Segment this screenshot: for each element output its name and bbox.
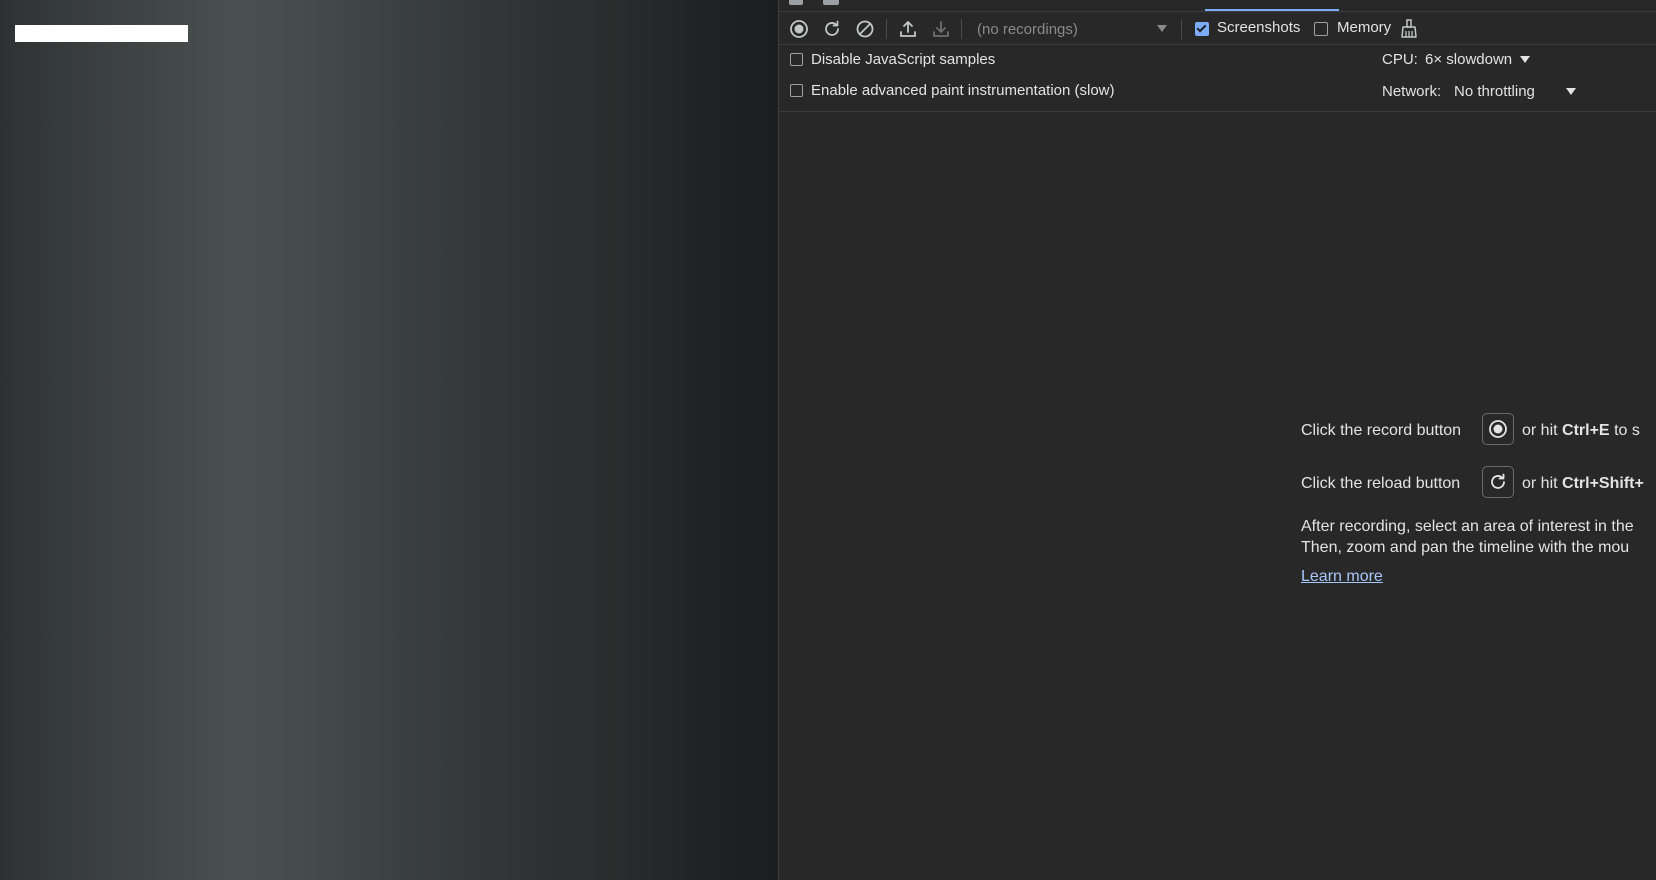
toolbar-divider <box>961 19 962 39</box>
record-icon <box>790 20 808 38</box>
reload-shortcut-text: or hit Ctrl+Shift+ <box>1522 475 1644 493</box>
disable-js-samples-checkbox[interactable] <box>790 53 803 66</box>
landing-record-button[interactable] <box>1482 413 1514 445</box>
devtools-panel: (no recordings) Screenshots Memory Disab… <box>779 0 1656 880</box>
landing-reload-button[interactable] <box>1482 466 1514 498</box>
network-throttling-label: Network: <box>1382 83 1442 100</box>
record-shortcut-pre: or hit <box>1522 422 1558 439</box>
screenshots-label[interactable]: Screenshots <box>1217 19 1300 36</box>
reload-record-icon <box>1491 473 1505 489</box>
broom-icon <box>1401 19 1417 38</box>
cpu-throttling-value: 6× slowdown <box>1425 51 1513 68</box>
device-toolbar-icon[interactable] <box>823 0 839 5</box>
reload-record-icon <box>825 20 839 36</box>
record-shortcut-text: or hit Ctrl+E to s <box>1522 422 1640 440</box>
reload-record-button[interactable] <box>819 16 845 42</box>
advanced-paint-checkbox[interactable] <box>790 84 803 97</box>
disable-js-samples-label[interactable]: Disable JavaScript samples <box>811 51 995 68</box>
capture-settings-pane: Disable JavaScript samples Enable advanc… <box>779 45 1656 112</box>
cpu-throttling-select[interactable]: 6× slowdown <box>1425 48 1535 72</box>
record-icon <box>1489 420 1507 438</box>
recordings-dropdown-value: (no recordings) <box>977 20 1078 38</box>
screen: (no recordings) Screenshots Memory Disab… <box>0 0 1656 880</box>
memory-checkbox[interactable] <box>1314 22 1328 36</box>
inspect-element-icon[interactable] <box>789 0 803 5</box>
upload-icon <box>900 21 916 37</box>
toolbar-divider <box>886 19 887 39</box>
after-recording-text-line-1: After recording, select an area of inter… <box>1301 518 1634 535</box>
record-button[interactable] <box>786 16 812 42</box>
download-icon <box>933 21 949 37</box>
learn-more-link[interactable]: Learn more <box>1301 568 1383 586</box>
network-throttling-select[interactable]: No throttling <box>1454 79 1584 103</box>
performance-landing-page: Click the record button or hit Ctrl+E to… <box>779 112 1656 880</box>
record-instruction-text: Click the record button <box>1301 422 1462 439</box>
load-profile-button[interactable] <box>895 16 921 42</box>
chevron-down-icon <box>1520 56 1530 63</box>
chevron-down-icon <box>1157 25 1167 32</box>
network-throttling-value: No throttling <box>1454 83 1535 100</box>
record-shortcut-key: Ctrl+E <box>1562 422 1610 439</box>
after-recording-text-line-2: Then, zoom and pan the timeline with the… <box>1301 539 1630 556</box>
page-viewport <box>0 0 778 880</box>
performance-toolbar: (no recordings) Screenshots Memory <box>779 12 1656 45</box>
clear-button[interactable] <box>852 16 878 42</box>
devtools-tabstrip <box>779 0 1656 12</box>
reload-shortcut-key: Ctrl+Shift+ <box>1562 475 1644 492</box>
clear-icon <box>856 20 874 38</box>
screenshots-checkbox[interactable] <box>1195 22 1209 36</box>
memory-label[interactable]: Memory <box>1337 19 1391 36</box>
toolbar-divider <box>1181 19 1182 39</box>
tab-performance-active-indicator <box>1205 9 1339 11</box>
save-profile-button[interactable] <box>928 16 954 42</box>
collect-garbage-button[interactable] <box>1396 16 1422 42</box>
record-shortcut-post: to s <box>1614 422 1640 439</box>
cpu-throttling-label: CPU: <box>1382 51 1418 68</box>
reload-instruction-text: Click the reload button <box>1301 475 1461 492</box>
advanced-paint-label[interactable]: Enable advanced paint instrumentation (s… <box>811 82 1115 99</box>
recordings-dropdown[interactable]: (no recordings) <box>977 16 1171 42</box>
page-header-bar <box>15 25 188 42</box>
reload-shortcut-pre: or hit <box>1522 475 1558 492</box>
chevron-down-icon <box>1566 88 1576 95</box>
